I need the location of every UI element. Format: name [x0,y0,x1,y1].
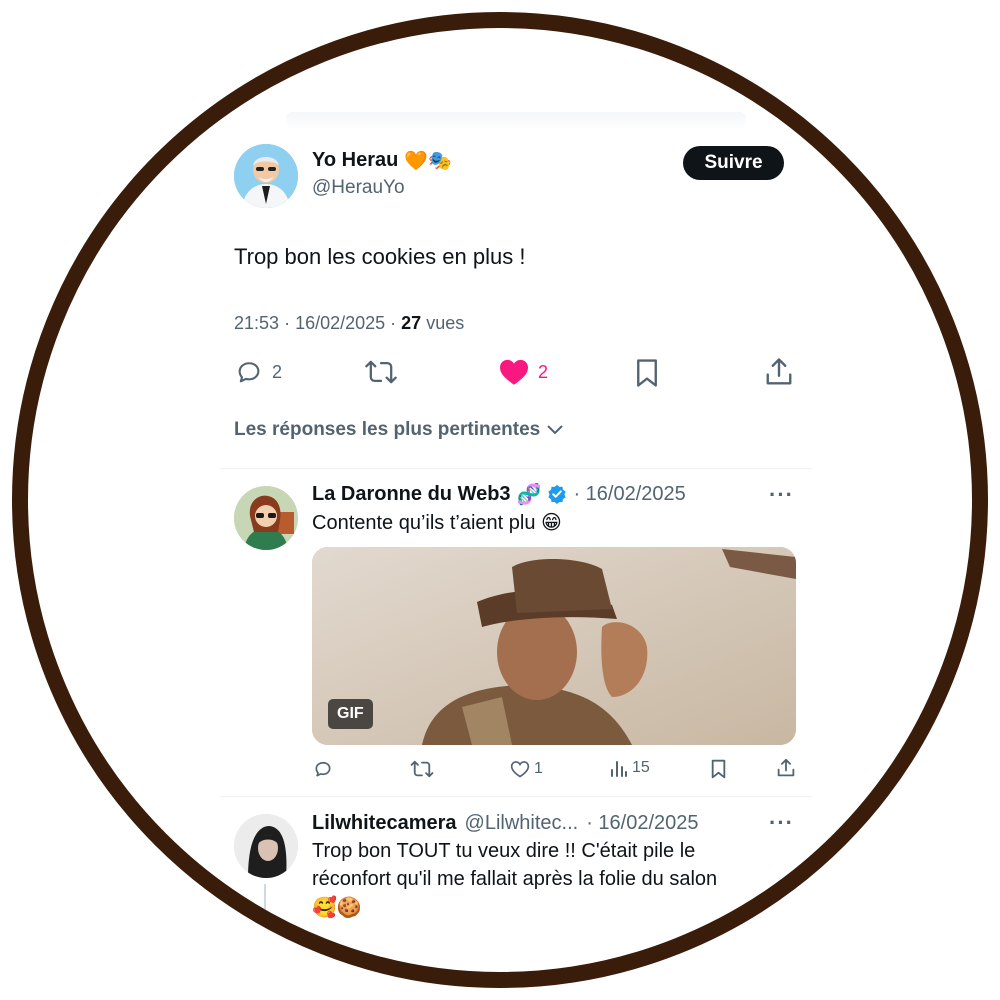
retweet-action[interactable] [364,358,398,386]
share-icon [766,358,792,385]
meta-separator: · [390,313,402,333]
reply-count: 2 [272,361,283,382]
chevron-down-icon [547,425,563,435]
tweet-meta: 21:53 · 16/02/2025 · 27 vues [234,313,464,334]
author-emojis: 🧡🎭 [404,150,452,172]
reply-text-line: réconfort qu'il me fallait après la foli… [312,868,718,890]
tweet-time[interactable]: 21:53 [234,313,279,333]
bookmark-action[interactable] [634,358,660,388]
thread-line [264,884,266,924]
follow-button[interactable]: Suivre [683,146,784,180]
author-name[interactable]: Yo Herau [312,149,398,172]
share-icon [777,758,795,777]
reply-date[interactable]: · 16/02/2025 [586,812,698,835]
replies-sort-dropdown[interactable]: Les réponses les plus pertinentes [234,419,564,441]
gif-image [312,547,796,745]
verified-badge-icon [548,484,567,504]
reply-author-name[interactable]: La Daronne du Web3 [312,483,511,506]
heart-icon [510,761,530,778]
reply-author-name[interactable]: Lilwhitecamera [312,812,457,835]
reply-gif-media[interactable]: GIF [312,547,796,745]
author-avatar[interactable] [234,144,298,208]
reply-author-emoji: 🧬 [516,482,542,506]
author-name-row[interactable]: Yo Herau 🧡🎭 [312,149,452,172]
reply1-share-action[interactable] [777,758,795,778]
tweet-date[interactable]: 16/02/2025 [295,313,385,333]
like-count: 2 [538,361,549,382]
gif-badge: GIF [328,699,373,729]
reply-header: La Daronne du Web3 🧬 · 16/02/2025 [312,482,686,506]
reply1-comment-action[interactable] [313,759,333,779]
previous-content-edge [286,112,746,130]
reply-icon [238,362,260,383]
reply1-retweet-action[interactable] [410,759,434,779]
reply1-views-action[interactable]: 15 [610,759,650,777]
reply-date[interactable]: · 16/02/2025 [573,483,685,506]
reply-text: Contente qu’ils t’aient plu 😁 [312,512,562,534]
more-options-icon[interactable]: ··· [769,482,794,508]
retweet-icon [365,360,397,384]
reply-action[interactable]: 2 [234,358,282,386]
divider [220,468,812,469]
views-chart-icon [611,761,627,777]
tweet-text: Trop bon les cookies en plus ! [234,244,526,269]
more-options-icon[interactable]: ··· [769,810,794,836]
reply1-like-count: 1 [534,760,543,777]
divider [220,796,812,797]
reply-text: Trop bon TOUT tu veux dire !! C'était pi… [312,837,717,921]
reply-author-handle[interactable]: @Lilwhitec... [465,812,579,835]
reply-text-line: Trop bon TOUT tu veux dire !! C'était pi… [312,840,696,862]
meta-separator: · [284,313,296,333]
circular-frame: Yo Herau 🧡🎭 @HerauYo Suivre Trop bon les… [12,12,988,988]
like-action[interactable]: 2 [498,358,548,386]
reply1-bookmark-action[interactable] [710,759,727,779]
reply-icon [315,761,331,777]
views-count: 27 [401,313,422,333]
views-label: vues [426,313,465,333]
bookmark-icon [637,359,657,387]
reply-avatar[interactable] [234,814,298,878]
reply1-views-count: 15 [632,759,650,776]
bookmark-icon [711,759,726,779]
share-action[interactable] [765,357,793,387]
replies-sort-label: Les réponses les plus pertinentes [234,419,541,440]
heart-filled-icon [500,359,528,385]
retweet-icon [410,760,434,778]
reply-header: Lilwhitecamera @Lilwhitec... · 16/02/202… [312,812,699,835]
reply-text-emojis: 🥰🍪 [312,895,362,919]
reply-avatar[interactable] [234,486,298,550]
reply1-like-action[interactable]: 1 [510,759,543,779]
author-handle[interactable]: @HerauYo [312,177,405,199]
